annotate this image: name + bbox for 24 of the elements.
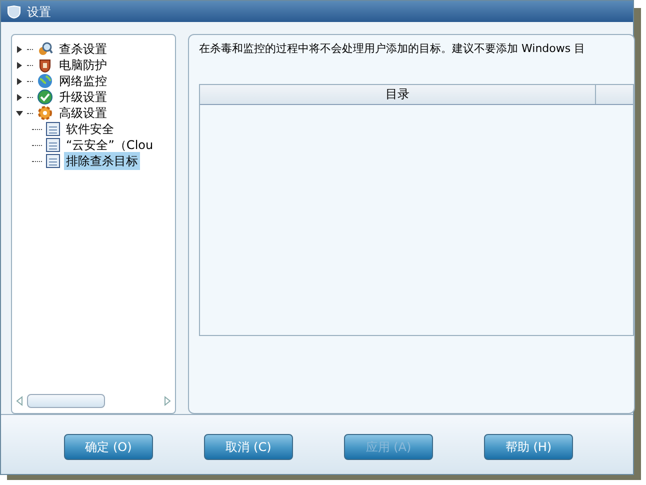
- tree-item[interactable]: 查杀设置: [57, 40, 109, 58]
- shield-icon: [7, 4, 21, 18]
- tree-item[interactable]: 排除查杀目标: [64, 152, 140, 170]
- gear-icon: [37, 105, 53, 121]
- scroll-thumb[interactable]: [27, 394, 105, 408]
- tree-item[interactable]: 软件安全: [64, 120, 116, 138]
- expand-arrow-icon[interactable]: [16, 78, 23, 84]
- globe-icon: [37, 73, 53, 89]
- page-icon: [46, 122, 60, 136]
- page-icon: [46, 154, 60, 168]
- tree-item[interactable]: 高级设置: [57, 104, 109, 122]
- collapse-arrow-icon[interactable]: [16, 110, 23, 116]
- expand-arrow-icon[interactable]: [16, 94, 23, 100]
- page-icon: [46, 138, 60, 152]
- window-title: 设置: [27, 4, 51, 20]
- expand-arrow-icon[interactable]: [16, 46, 23, 52]
- tree-item[interactable]: 网络监控: [57, 72, 109, 90]
- description-text: 在杀毒和监控的过程中将不会处理用户添加的目标。建议不要添加 Windows 目: [199, 41, 586, 57]
- expand-arrow-icon[interactable]: [16, 62, 23, 68]
- tree-item[interactable]: “云安全”（Clou: [64, 136, 156, 154]
- magnifier-icon: [37, 41, 53, 57]
- tree-item[interactable]: 升级设置: [57, 88, 109, 106]
- check-icon: [37, 89, 53, 105]
- tree-item[interactable]: 电脑防护: [57, 56, 109, 74]
